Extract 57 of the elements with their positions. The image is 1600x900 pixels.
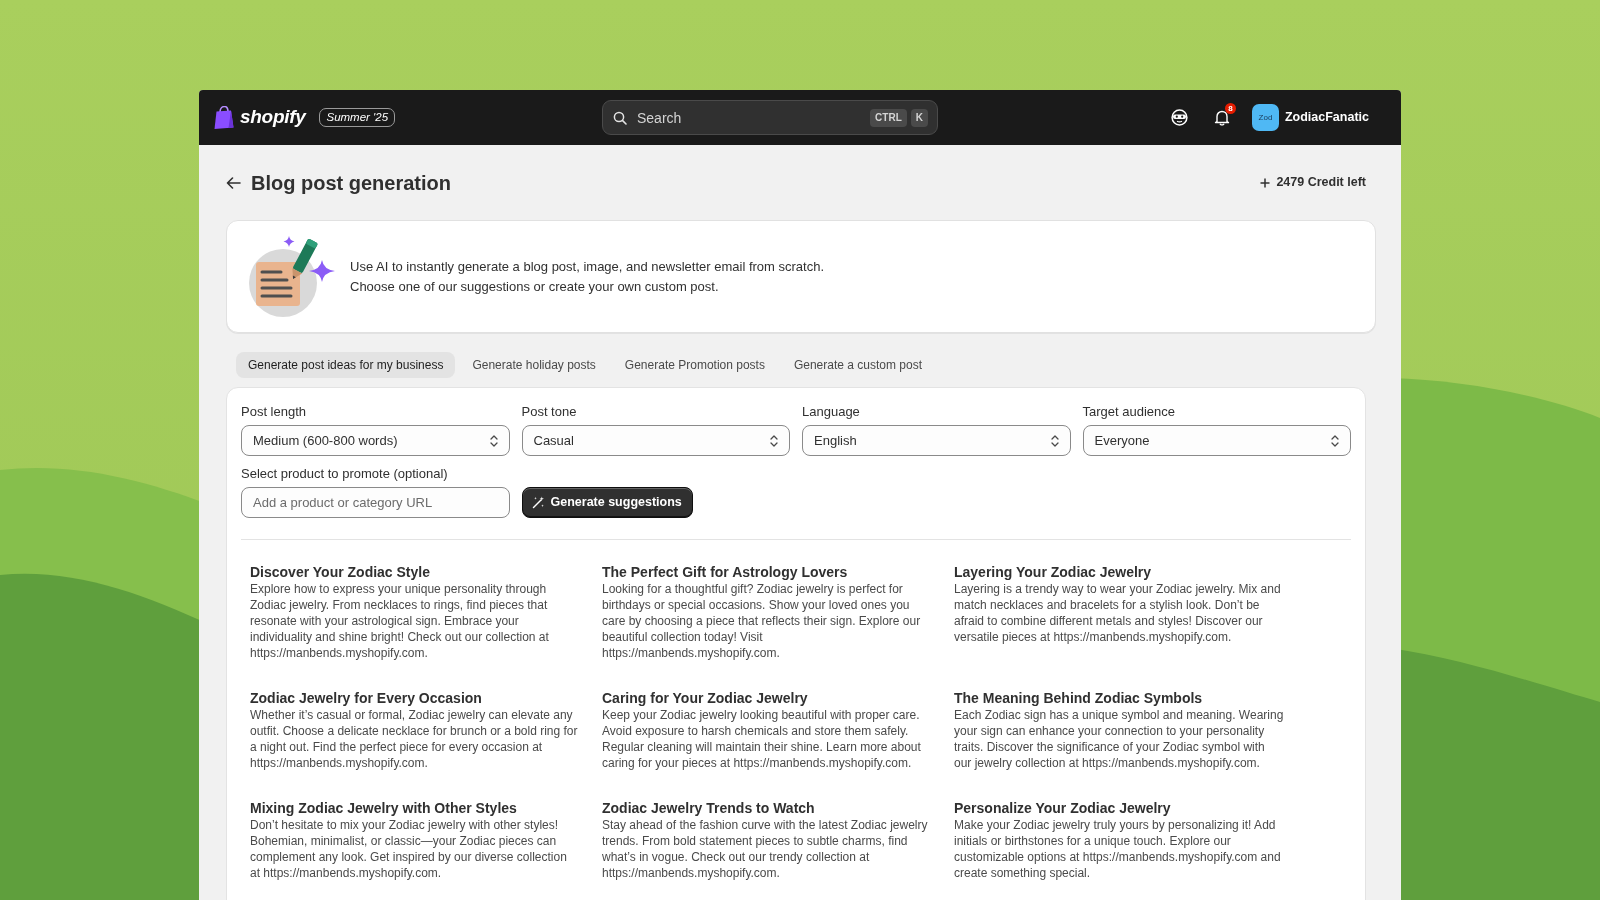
add-credit-button[interactable]: 2479 Credit left [1260, 173, 1366, 192]
suggestion-title[interactable]: Layering Your Zodiac Jewelry [954, 563, 1284, 581]
suggestion-title[interactable]: Discover Your Zodiac Style [250, 563, 580, 581]
field-label: Select product to promote (optional) [241, 466, 449, 482]
page-title: Blog post generation [251, 170, 451, 195]
suggestion-title[interactable]: Caring for Your Zodiac Jewelry [602, 689, 932, 707]
suggestion-text: Stay ahead of the fashion curve with the latest Zodiac jewelry trends. From bold statement pieces to subtle charms, find what’s in vogue. Check out our trendy collection at https://manbends.myshopify.com. [602, 817, 929, 881]
chevron-updown-icon [1330, 433, 1340, 448]
shortcut-key: CTRL [870, 108, 907, 127]
suggestion-text: Make your Zodiac jewelry truly yours by personalizing it! Add initials or birthstones for a unique touch. Explore our customizable options at https://manbends.myshopify.com and create something special. [954, 817, 1282, 881]
dropdown-field[interactable]: Casual [521, 425, 790, 456]
search-icon [613, 110, 627, 125]
magic-wand-icon [531, 496, 545, 509]
suggestion-title[interactable]: Zodiac Jewelry Trends to Watch [602, 799, 932, 817]
suggestion-text: Looking for a thoughtful gift? Zodiac jewelry is perfect for birthdays or special occasions. Show your loved ones you care by choosing a piece that reflects their sign. Explore our beautiful collection today! Visit https://manbends.myshopify.com. [602, 581, 922, 661]
avatar[interactable]: Zod [1251, 104, 1279, 131]
chevron-updown-icon [769, 433, 779, 448]
suggestion-text: Each Zodiac sign has a unique symbol and meaning. Wearing your sign can enhance your connection to your personality traits. Discover the significance of your Zodiac symbol with our jewelry collection at https://manbends.myshopify.com. [954, 707, 1284, 771]
edition-badge[interactable]: Summer '25 [319, 108, 396, 127]
intro-text: Choose one of our suggestions or create your own custom post. [350, 277, 720, 296]
suggestion-text: Explore how to express your unique personality through Zodiac jewelry. From necklaces to rings, find pieces that resonate with your astrological sign. Embrace your individuality and shine bright! Check out our collection at https://manbends.myshopify.com. [250, 581, 550, 661]
suggestion-title[interactable]: Personalize Your Zodiac Jewelry [954, 799, 1284, 817]
tab[interactable]: Generate Promotion posts [612, 352, 777, 378]
back-arrow-icon[interactable] [226, 176, 241, 189]
generate-suggestions-button[interactable]: Generate suggestions [521, 487, 693, 518]
search-input[interactable]: Search [635, 105, 863, 130]
field-label: Target audience [1082, 404, 1176, 420]
suggestion-text: Whether it’s casual or formal, Zodiac jewelry can elevate any outfit. Choose a delicate necklace for brunch or a bold ring for a night out. Find the perfect piece for every occasion at https://manbends.myshopify.com. [250, 707, 579, 771]
masked-face-icon[interactable] [1170, 109, 1188, 126]
suggestion-title[interactable]: The Perfect Gift for Astrology Lovers [602, 563, 932, 581]
field-label: Post length [241, 404, 308, 420]
shortcut-key: K [910, 108, 928, 127]
suggestion-text: Layering is a trendy way to wear your Zodiac jewelry. Mix and match necklaces and bracelets for a stylish look. Don’t be afraid to combine different metals and styles! Discover our versatile pieces at https://manbends.myshopify.com. [954, 581, 1282, 645]
suggestion-text: Keep your Zodiac jewelry looking beautiful with proper care. Avoid exposure to harsh chemicals and store them safely. Regular cleaning will maintain their shine. Learn more about caring for your pieces at https://manbends.myshopify.com. [602, 707, 922, 771]
suggestion-text: Don’t hesitate to mix your Zodiac jewelry with other styles! Bohemian, minimalist, or classic—your Zodiac pieces can complement any look. Get inspired by our diverse collection at https://manbends.myshopify.com. [250, 817, 568, 881]
notification-count-badge: 8 [1224, 103, 1236, 114]
field-label: Language [802, 404, 861, 420]
search-bar[interactable]: Search CTRL K [602, 100, 938, 135]
tab[interactable]: Generate a custom post [781, 352, 934, 378]
dropdown-field[interactable]: Everyone [1082, 425, 1351, 456]
suggestion-title[interactable]: Zodiac Jewelry for Every Occasion [250, 689, 580, 707]
bell-icon[interactable] [1213, 109, 1230, 126]
field-label: Post tone [521, 404, 578, 420]
tab[interactable]: Generate holiday posts [460, 352, 608, 378]
url-input-field[interactable]: Add a product or category URL [241, 487, 510, 518]
account-name[interactable]: ZodiacFanatic [1284, 108, 1369, 127]
dropdown-field[interactable]: Medium (600-800 words) [241, 425, 510, 456]
intro-text: Use AI to instantly generate a blog post, image, and newsletter email from scratch. [350, 257, 825, 276]
suggestion-title[interactable]: Mixing Zodiac Jewelry with Other Styles [250, 799, 580, 817]
logo-wordmark[interactable]: shopify [240, 103, 306, 132]
suggestion-title[interactable]: The Meaning Behind Zodiac Symbols [954, 689, 1284, 707]
shopping-bag-icon[interactable] [214, 106, 234, 129]
chevron-updown-icon [488, 433, 499, 448]
chevron-updown-icon [1049, 433, 1060, 448]
plus-icon [1260, 177, 1271, 188]
dropdown-field[interactable]: English [802, 425, 1071, 456]
tab[interactable]: Generate post ideas for my business [236, 352, 456, 378]
